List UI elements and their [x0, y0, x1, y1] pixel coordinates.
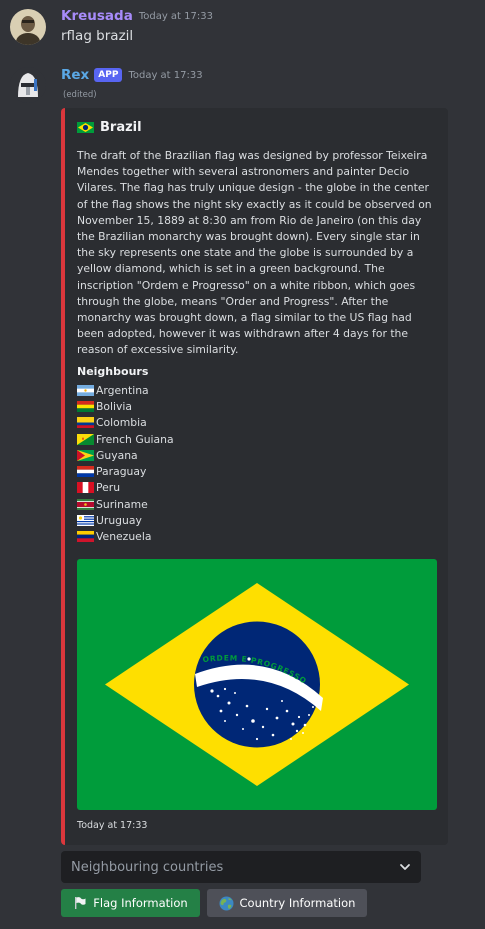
avatar[interactable]	[10, 9, 46, 45]
flag-information-label: Flag Information	[93, 896, 188, 910]
neighbour-name: Suriname	[96, 497, 148, 511]
guyana-flag-icon	[77, 449, 94, 461]
timestamp: Today at 17:33	[138, 10, 213, 22]
embed-footer: Today at 17:33	[77, 820, 148, 831]
neighbour-name: Colombia	[96, 416, 147, 430]
neighbouring-countries-select[interactable]: Neighbouring countries	[61, 851, 421, 883]
french-guiana-flag-icon	[77, 433, 94, 445]
embed: Brazil The draft of the Brazilian flag w…	[61, 108, 448, 845]
list-item: Suriname	[77, 496, 174, 512]
chevron-down-icon	[400, 864, 410, 870]
list-item: Guyana	[77, 447, 174, 463]
colombia-flag-icon	[77, 417, 94, 429]
embed-description: The draft of the Brazilian flag was desi…	[77, 149, 432, 357]
neighbour-name: Bolivia	[96, 399, 133, 413]
paraguay-flag-icon	[77, 466, 94, 478]
brazil-flag-icon	[77, 122, 94, 133]
edited-label: (edited)	[63, 90, 97, 100]
neighbours-list: Argentina Bolivia Colombia French Guiana…	[77, 382, 174, 545]
embed-title: Brazil	[77, 120, 142, 135]
timestamp: Today at 17:33	[128, 69, 203, 81]
white-flag-icon	[75, 897, 86, 909]
brazil-flag-image[interactable]: ORDEM E PROGRESSO	[77, 559, 437, 810]
peru-flag-icon	[77, 482, 94, 494]
list-item: Peru	[77, 480, 174, 496]
argentina-flag-icon	[77, 384, 94, 396]
username[interactable]: Rex	[61, 67, 89, 83]
bolivia-flag-icon	[77, 400, 94, 412]
suriname-flag-icon	[77, 498, 94, 510]
neighbour-name: Venezuela	[96, 530, 152, 544]
uruguay-flag-icon	[77, 515, 94, 527]
list-item: Paraguay	[77, 463, 174, 479]
neighbour-name: Guyana	[96, 448, 138, 462]
message-text: rflag brazil	[61, 28, 134, 44]
list-item: Colombia	[77, 415, 174, 431]
list-item: Bolivia	[77, 398, 174, 414]
country-information-button[interactable]: Country Information	[207, 889, 367, 917]
list-item: French Guiana	[77, 431, 174, 447]
flag-information-button[interactable]: Flag Information	[61, 889, 200, 917]
list-item: Argentina	[77, 382, 174, 398]
venezuela-flag-icon	[77, 531, 94, 543]
list-item: Venezuela	[77, 529, 174, 545]
field-name: Neighbours	[77, 365, 149, 378]
embed-title-text: Brazil	[100, 120, 142, 135]
username[interactable]: Kreusada	[61, 8, 133, 24]
list-item: Uruguay	[77, 512, 174, 528]
select-placeholder: Neighbouring countries	[71, 859, 224, 875]
neighbour-name: French Guiana	[96, 432, 174, 446]
globe-icon	[219, 896, 234, 910]
avatar[interactable]	[10, 67, 46, 103]
neighbour-name: Argentina	[96, 383, 149, 397]
app-badge: APP	[94, 68, 123, 82]
neighbour-name: Uruguay	[96, 514, 142, 528]
neighbour-name: Peru	[96, 481, 121, 495]
country-information-label: Country Information	[239, 896, 356, 910]
neighbour-name: Paraguay	[96, 465, 147, 479]
